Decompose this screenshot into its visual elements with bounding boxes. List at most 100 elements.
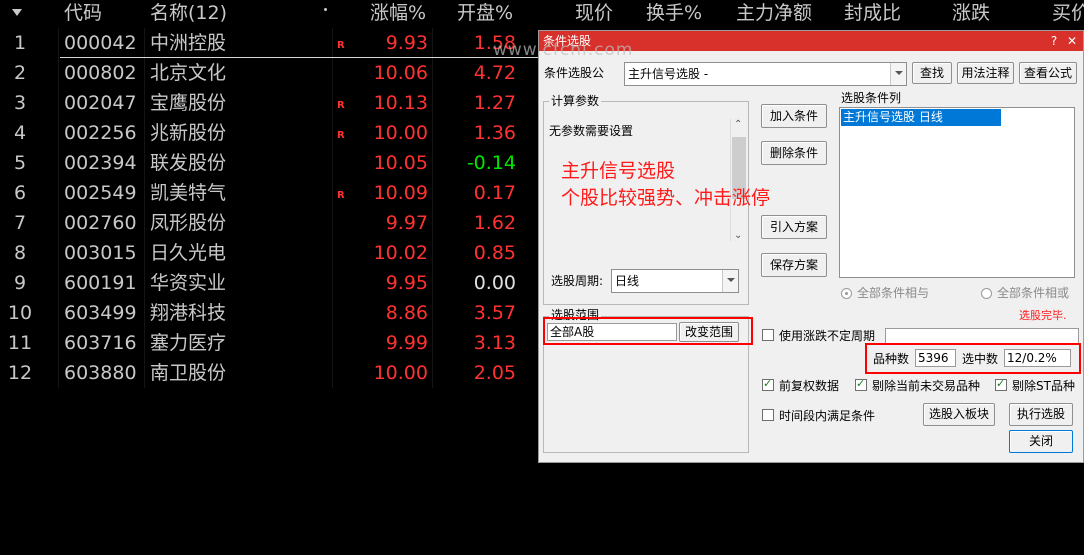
header-price[interactable]: 现价 bbox=[575, 0, 613, 27]
change-pct: 10.05 bbox=[373, 152, 428, 174]
chevron-down-icon[interactable] bbox=[722, 270, 738, 292]
stock-name: 北京文化 bbox=[150, 62, 227, 84]
radio-and[interactable] bbox=[841, 288, 852, 299]
table-row[interactable]: 2 000802 北京文化 10.06 4.72 bbox=[0, 58, 540, 88]
table-row[interactable]: 11 603716 塞力医疗 9.99 3.13 bbox=[0, 328, 540, 358]
stock-name: 华资实业 bbox=[150, 272, 227, 294]
view-formula-button[interactable]: 查看公式 bbox=[1019, 62, 1077, 84]
range-highlight-box bbox=[543, 317, 753, 345]
table-row[interactable]: 6 002549 凯美特气 R 10.09 0.17 bbox=[0, 178, 540, 208]
import-scheme-button[interactable]: 引入方案 bbox=[761, 215, 827, 239]
time-cond-label[interactable]: 时间段内满足条件 bbox=[779, 408, 875, 424]
radio-or-label[interactable]: 全部条件相或 bbox=[997, 285, 1069, 301]
condition-list[interactable]: 主升信号选股 日线 bbox=[839, 107, 1075, 278]
open-pct: 3.13 bbox=[473, 332, 516, 354]
rights-flag: R bbox=[337, 130, 345, 141]
condition-list-item[interactable]: 主升信号选股 日线 bbox=[841, 109, 1001, 126]
exclude-notrade-label[interactable]: 剔除当前未交易品种 bbox=[872, 378, 980, 394]
stock-name: 南卫股份 bbox=[150, 362, 227, 384]
header-name[interactable]: 名称(12) bbox=[150, 0, 227, 27]
fq-label[interactable]: 前复权数据 bbox=[779, 378, 839, 394]
open-pct: 0.85 bbox=[473, 242, 516, 264]
exclude-st-checkbox[interactable] bbox=[995, 377, 1007, 391]
change-pct: 9.97 bbox=[385, 212, 428, 234]
change-pct: 10.13 bbox=[373, 92, 428, 114]
params-scrollbar[interactable]: ⌃ ⌄ bbox=[730, 119, 746, 241]
find-button[interactable]: 查找 bbox=[912, 62, 952, 84]
help-icon[interactable]: ? bbox=[1047, 34, 1061, 48]
stock-code: 002047 bbox=[64, 92, 137, 114]
table-row[interactable]: 3 002047 宝鹰股份 R 10.13 1.27 bbox=[0, 88, 540, 118]
stock-code: 002394 bbox=[64, 152, 137, 174]
table-row[interactable]: 7 002760 凤形股份 9.97 1.62 bbox=[0, 208, 540, 238]
nofix-period-checkbox[interactable] bbox=[762, 329, 774, 341]
change-pct: 9.99 bbox=[385, 332, 428, 354]
stock-code: 603716 bbox=[64, 332, 137, 354]
row-number: 5 bbox=[13, 152, 27, 174]
open-pct: 0.00 bbox=[473, 272, 516, 294]
table-row[interactable]: 4 002256 兆新股份 R 10.00 1.36 bbox=[0, 118, 540, 148]
header-seal-ratio[interactable]: 封成比 bbox=[844, 0, 901, 27]
header-code[interactable]: 代码 bbox=[64, 0, 102, 27]
change-pct: 9.93 bbox=[385, 32, 428, 54]
table-row[interactable]: 5 002394 联发股份 10.05 -0.14 bbox=[0, 148, 540, 178]
delete-condition-button[interactable]: 删除条件 bbox=[761, 141, 827, 165]
nofix-period-input[interactable] bbox=[885, 328, 1079, 344]
change-pct: 9.95 bbox=[385, 272, 428, 294]
nofix-period-label[interactable]: 使用涨跌不定周期 bbox=[779, 328, 875, 344]
add-to-block-button[interactable]: 选股入板块 bbox=[923, 403, 995, 426]
formula-select[interactable]: 主升信号选股 - bbox=[624, 62, 907, 86]
close-button[interactable]: 关闭 bbox=[1009, 430, 1073, 453]
header-turnover[interactable]: 换手% bbox=[646, 0, 702, 27]
change-pct: 10.06 bbox=[373, 62, 428, 84]
open-pct: 1.62 bbox=[473, 212, 516, 234]
row-number: 11 bbox=[7, 332, 33, 354]
stock-code: 002760 bbox=[64, 212, 137, 234]
add-condition-button[interactable]: 加入条件 bbox=[761, 104, 827, 128]
header-open-pct[interactable]: 开盘% bbox=[457, 0, 513, 27]
rights-flag: R bbox=[337, 190, 345, 201]
exclude-st-label[interactable]: 剔除ST品种 bbox=[1012, 378, 1075, 394]
stock-code: 600191 bbox=[64, 272, 137, 294]
time-cond-checkbox[interactable] bbox=[762, 409, 774, 421]
scroll-up-icon[interactable]: ⌃ bbox=[734, 119, 742, 130]
header-bid[interactable]: 买价 bbox=[1052, 0, 1084, 27]
run-selection-button[interactable]: 执行选股 bbox=[1009, 403, 1073, 426]
rights-flag: R bbox=[337, 100, 345, 111]
chevron-down-icon[interactable] bbox=[890, 63, 906, 85]
exclude-notrade-checkbox[interactable] bbox=[855, 377, 867, 391]
stock-name: 中洲控股 bbox=[150, 32, 227, 54]
row-number: 8 bbox=[13, 242, 27, 264]
stock-name: 兆新股份 bbox=[150, 122, 227, 144]
stock-name: 凯美特气 bbox=[150, 182, 227, 204]
annotation-line-1: 主升信号选股 bbox=[561, 160, 676, 182]
change-pct: 8.86 bbox=[385, 302, 428, 324]
scroll-down-icon[interactable]: ⌄ bbox=[734, 230, 742, 241]
period-select[interactable]: 日线 bbox=[611, 269, 739, 293]
row-number: 7 bbox=[13, 212, 27, 234]
fq-checkbox[interactable] bbox=[762, 377, 774, 391]
table-row[interactable]: 1 000042 中洲控股 R 9.93 1.58 bbox=[0, 28, 540, 58]
radio-and-label[interactable]: 全部条件相与 bbox=[857, 285, 929, 301]
header-change[interactable]: 涨跌 bbox=[952, 0, 990, 27]
change-pct: 10.00 bbox=[373, 122, 428, 144]
change-pct: 10.09 bbox=[373, 182, 428, 204]
usage-notes-button[interactable]: 用法注释 bbox=[957, 62, 1014, 84]
stock-table: 1 000042 中洲控股 R 9.93 1.58 2 000802 北京文化 10.06 4.72… bbox=[0, 28, 540, 388]
close-icon[interactable]: ✕ bbox=[1065, 34, 1079, 48]
radio-or[interactable] bbox=[981, 288, 992, 299]
header-main-net[interactable]: 主力净额 bbox=[736, 0, 812, 27]
table-row[interactable]: 12 603880 南卫股份 10.00 2.05 bbox=[0, 358, 540, 388]
table-row[interactable]: 8 003015 日久光电 10.02 0.85 bbox=[0, 238, 540, 268]
save-scheme-button[interactable]: 保存方案 bbox=[761, 253, 827, 277]
sort-desc-icon[interactable] bbox=[12, 9, 22, 16]
stock-name: 凤形股份 bbox=[150, 212, 227, 234]
status-text: 选股完毕. bbox=[1019, 309, 1067, 322]
stock-name: 联发股份 bbox=[150, 152, 227, 174]
table-row[interactable]: 9 600191 华资实业 9.95 0.00 bbox=[0, 268, 540, 298]
annotation-line-2: 个股比较强势、冲击涨停 bbox=[561, 187, 771, 209]
row-number: 9 bbox=[13, 272, 27, 294]
header-change-pct[interactable]: 涨幅% bbox=[370, 0, 426, 27]
table-row[interactable]: 10 603499 翔港科技 8.86 3.57 bbox=[0, 298, 540, 328]
row-number: 3 bbox=[13, 92, 27, 114]
